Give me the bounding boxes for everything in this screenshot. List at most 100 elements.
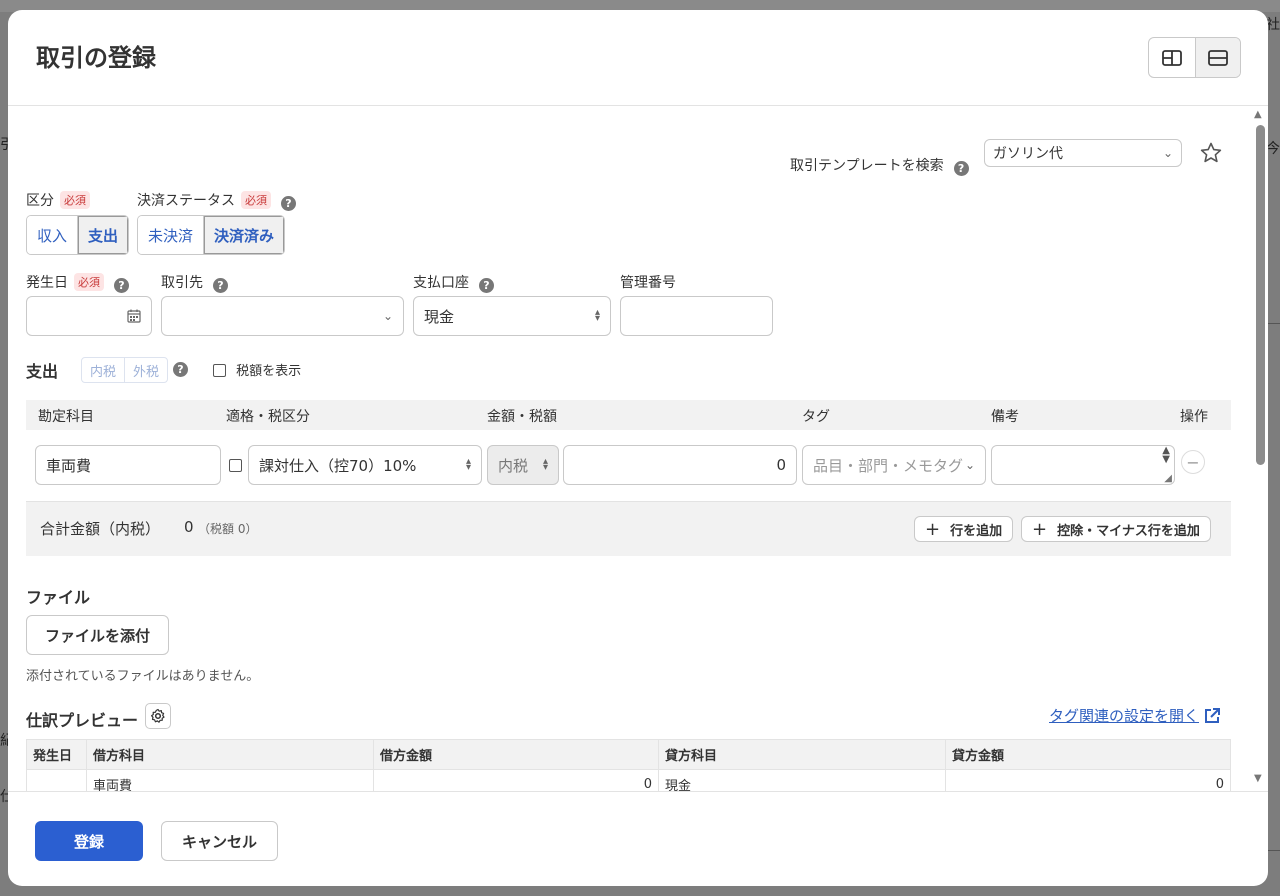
scroll-up-arrow-icon[interactable]: ▲ [1254,109,1262,120]
kubun-option-income[interactable]: 収入 [27,216,78,254]
favorite-star-icon[interactable] [1199,141,1223,165]
qualified-invoice-checkbox[interactable] [229,459,242,472]
date-label: 発生日 必須? [26,272,129,293]
background-divider [1268,850,1280,851]
tag-select[interactable]: 品目・部門・メモタグ ⌄ [802,445,986,485]
column-header: 適格・税区分 [226,409,310,425]
add-row-label: 行を追加 [950,523,1003,539]
tax-mode-segmented: 内税 外税 [81,357,169,383]
account-label-text: 支払口座 [413,275,469,291]
split-layout-button[interactable] [1149,38,1195,77]
tax-mode-select[interactable]: 内税 ▴ ▾ [487,445,559,485]
cancel-button[interactable]: キャンセル [161,821,278,861]
help-icon[interactable]: ? [953,161,969,176]
background-divider [1268,323,1280,324]
amount-value: 0 [776,456,786,474]
add-minus-row-button[interactable]: + 控除・マイナス行を追加 [1021,516,1211,542]
account-title-input[interactable]: 車両費 [35,445,221,485]
help-icon[interactable]: ? [281,196,296,211]
partner-label: 取引先? [161,272,228,293]
expense-total-bar: 合計金額（内税） 0 （税額 0） + 行を追加 + 控除・マイナス行を追加 [26,502,1231,556]
calendar-icon[interactable] [127,309,141,323]
attach-file-button[interactable]: ファイルを添付 [26,615,170,655]
expense-section-title: 支出 [26,362,59,381]
updown-arrows-icon: ▴ ▾ [594,307,600,324]
date-input[interactable] [26,296,152,336]
spinner-icon[interactable]: ▲ ▼ [1162,446,1170,465]
file-section-title: ファイル [26,588,91,607]
mgmt-number-label: 管理番号 [620,275,676,291]
add-minus-row-label: 控除・マイナス行を追加 [1057,523,1200,539]
modal-footer: 登録 キャンセル [8,791,1268,886]
journal-table: 発生日 借方科目 借方金額 貸方科目 貸方金額 車両費 0 現金 0 [26,739,1231,791]
kubun-label: 区分 必須 [26,190,90,210]
required-badge: 必須 [60,191,90,209]
date-label-text: 発生日 [26,275,68,291]
mgmt-number-input[interactable] [620,296,773,336]
scrollbar-thumb[interactable] [1256,125,1265,465]
credit-account-cell: 現金 [658,769,946,791]
register-button[interactable]: 登録 [35,821,143,861]
modal-header: 取引の登録 [8,10,1268,106]
help-icon[interactable]: ? [173,362,188,377]
journal-header-row: 発生日 借方科目 借方金額 貸方科目 貸方金額 [26,739,1231,770]
account-label: 支払口座? [413,272,494,293]
stacked-layout-button[interactable] [1194,38,1240,77]
kubun-label-text: 区分 [26,193,54,209]
updown-arrows-icon: ▴ ▾ [542,456,548,473]
stacked-layout-icon [1207,49,1228,66]
modal-body: 取引テンプレートを検索? ガソリン代 ⌄ 区分 必須 収入 支出 決済ステータス必… [8,107,1268,791]
chevron-down-icon: ⌄ [1162,146,1173,160]
help-icon[interactable]: ? [213,278,228,293]
status-option-unsettled[interactable]: 未決済 [138,216,204,254]
amount-input[interactable]: 0 [563,445,797,485]
scroll-down-arrow-icon[interactable]: ▼ [1254,773,1262,784]
table-row: 車両費 0 現金 0 [26,769,1231,791]
tax-amount-note: （税額 0） [198,522,258,536]
template-search-label: 取引テンプレートを検索? [790,155,969,176]
journal-settings-button[interactable] [145,703,171,729]
column-header: 金額・税額 [487,409,557,425]
credit-amount-cell: 0 [945,769,1231,791]
tax-class-select[interactable]: 課対仕入（控70）10% ▴ ▾ [248,445,482,485]
tax-mode-inclusive[interactable]: 内税 [82,358,124,382]
tag-settings-link-text[interactable]: タグ関連の設定を開く [1049,705,1199,726]
template-search-value: ガソリン代 [993,146,1063,162]
total-label: 合計金額（内税） [40,520,161,538]
column-header: タグ [802,409,830,425]
background-text: 今 [1266,141,1280,157]
account-title-value: 車両費 [46,456,92,475]
debit-amount-cell: 0 [373,769,659,791]
show-tax-checkbox-row: 税額を表示 [213,360,301,379]
status-option-settled[interactable]: 決済済み [203,216,285,254]
payment-account-select[interactable]: 現金 ▴ ▾ [413,296,611,336]
tag-placeholder: 品目・部門・メモタグ [813,456,963,475]
chevron-down-icon: ⌄ [382,309,393,323]
template-search-select[interactable]: ガソリン代 ⌄ [984,139,1182,167]
tax-class-value: 課対仕入（控70）10% [259,456,417,475]
help-icon[interactable]: ? [114,278,129,293]
resize-handle-icon[interactable]: ◢ [1164,473,1172,484]
required-badge: 必須 [241,191,271,209]
journal-date-cell [26,769,87,791]
journal-preview-title: 仕訳プレビュー [26,711,139,730]
external-link-icon [1205,707,1221,723]
column-header: 貸方金額 [945,739,1231,770]
total-value: 0 [184,518,194,536]
minus-icon: − [1186,452,1200,472]
memo-input[interactable]: ▲ ▼ ◢ [991,445,1175,485]
updown-arrows-icon: ▴ ▾ [465,456,471,473]
template-search-label-text: 取引テンプレートを検索 [790,158,944,174]
vertical-scrollbar[interactable]: ▲ ▼ [1251,107,1268,791]
tax-mode-exclusive[interactable]: 外税 [124,358,167,382]
remove-row-button[interactable]: − [1181,450,1205,474]
tag-settings-link[interactable]: タグ関連の設定を開く [1049,705,1221,726]
add-row-button[interactable]: + 行を追加 [914,516,1014,542]
help-icon[interactable]: ? [479,278,494,293]
column-header: 操作 [1180,409,1208,425]
show-tax-checkbox[interactable] [213,364,226,377]
partner-label-text: 取引先 [161,275,203,291]
partner-select[interactable]: ⌄ [161,296,404,336]
required-badge: 必須 [74,273,104,291]
kubun-option-expense[interactable]: 支出 [77,216,129,254]
